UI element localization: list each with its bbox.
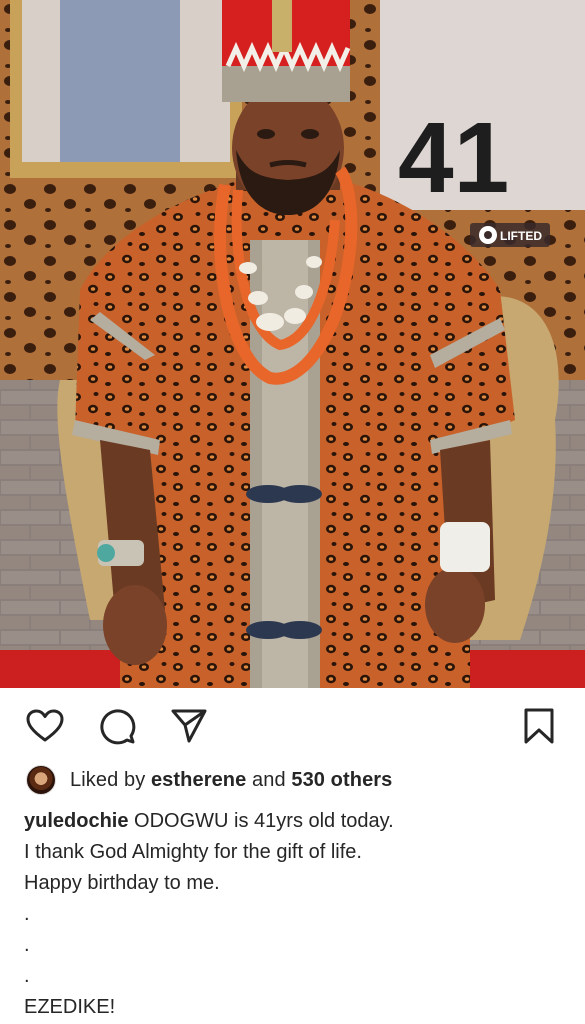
caption-text-3: Happy birthday to me. xyxy=(24,872,220,894)
send-icon xyxy=(171,709,207,743)
caption-text-2: I thank God Almighty for the gift of lif… xyxy=(24,841,362,863)
likes-prefix: Liked by xyxy=(70,768,151,791)
likes-summary[interactable]: Liked by estherene and 530 others xyxy=(26,764,392,796)
like-button[interactable] xyxy=(25,706,65,746)
post-caption: yuledochie ODOGWU is 41yrs old today. I … xyxy=(24,806,564,1023)
post-image[interactable]: 41 LIFTED xyxy=(0,0,585,688)
heart-icon xyxy=(26,709,64,742)
comment-button[interactable] xyxy=(97,706,137,746)
post-photo: 41 LIFTED xyxy=(0,0,585,688)
caption-username-link[interactable]: yuledochie xyxy=(24,810,128,832)
caption-text-4: EZEDIKE! xyxy=(24,996,116,1018)
likes-middle: and xyxy=(246,768,292,791)
caption-dot-2: . xyxy=(24,934,30,956)
caption-text-1: ODOGWU is 41yrs old today. xyxy=(128,810,394,832)
watermark-text: LIFTED xyxy=(500,229,542,243)
likes-others-link[interactable]: 530 others xyxy=(291,769,392,791)
overlay-number: 41 xyxy=(398,102,509,214)
post-actions-bar xyxy=(0,688,585,760)
liked-by-user-link[interactable]: estherene xyxy=(151,769,246,791)
bookmark-icon xyxy=(524,708,554,744)
caption-dot-3: . xyxy=(24,965,30,987)
save-button[interactable] xyxy=(519,706,559,746)
caption-dot-1: . xyxy=(24,903,30,925)
likes-text: Liked by estherene and 530 others xyxy=(70,769,392,792)
avatar[interactable] xyxy=(26,765,56,795)
caption-line-1: yuledochie ODOGWU is 41yrs old today. xyxy=(24,806,564,837)
comment-icon xyxy=(100,709,136,745)
share-button[interactable] xyxy=(169,706,209,746)
